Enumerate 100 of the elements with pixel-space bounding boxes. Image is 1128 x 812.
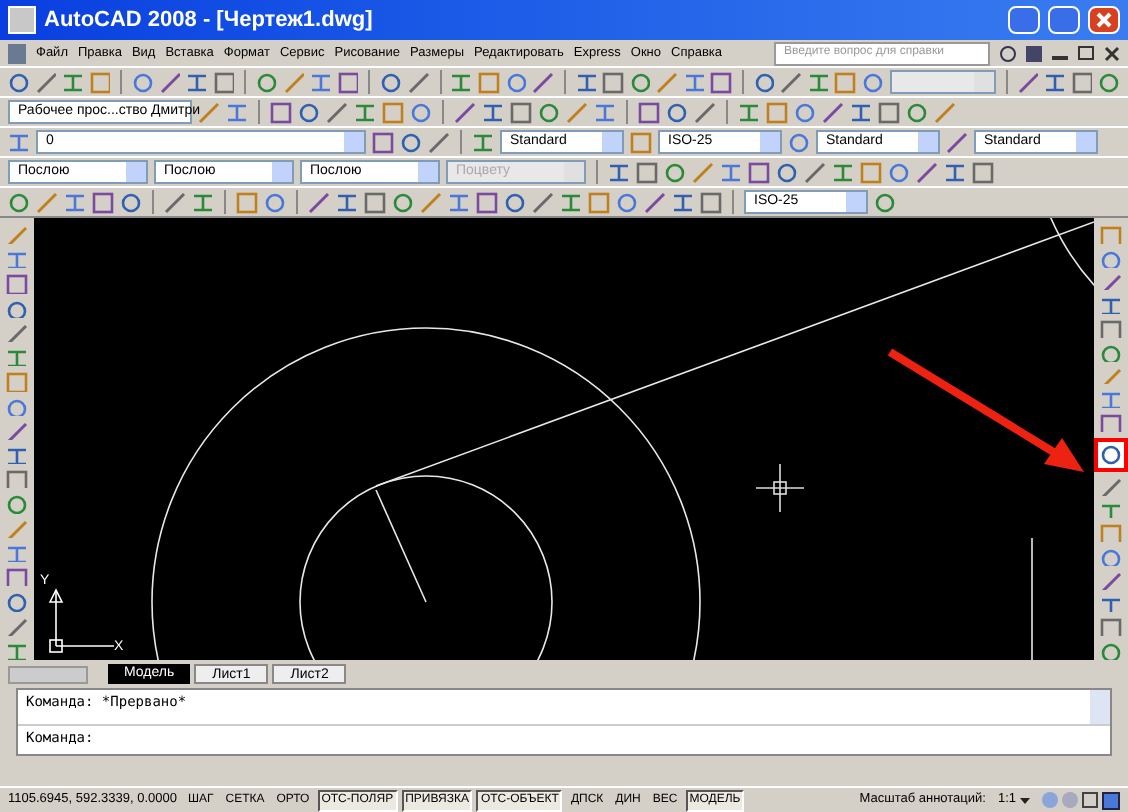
- tool-icon[interactable]: [337, 71, 359, 93]
- tool-icon[interactable]: [380, 71, 402, 93]
- tool-icon[interactable]: [560, 191, 582, 213]
- tool-icon[interactable]: [1071, 71, 1093, 93]
- tool-icon[interactable]: [1017, 71, 1039, 93]
- tool-icon[interactable]: [505, 71, 527, 93]
- tool-icon[interactable]: [6, 323, 28, 343]
- tool-icon[interactable]: [780, 71, 802, 93]
- tool-icon[interactable]: [6, 421, 28, 440]
- maximize-button[interactable]: [1048, 6, 1080, 34]
- tool-icon[interactable]: [6, 641, 28, 660]
- tool-icon[interactable]: [1100, 642, 1122, 660]
- tool-icon[interactable]: [92, 191, 114, 213]
- tool-icon[interactable]: [6, 299, 28, 318]
- tool-icon[interactable]: [476, 191, 498, 213]
- tool-icon[interactable]: [1100, 249, 1122, 268]
- tool-icon[interactable]: [6, 592, 28, 611]
- tool-icon[interactable]: [364, 191, 386, 213]
- tool-icon[interactable]: [1100, 343, 1122, 362]
- tool-icon[interactable]: [159, 71, 181, 93]
- tool-icon[interactable]: [794, 101, 816, 123]
- tool-icon[interactable]: [636, 161, 658, 183]
- tool-icon[interactable]: [616, 191, 638, 213]
- tool-icon[interactable]: [186, 71, 208, 93]
- scrollbar[interactable]: [1090, 690, 1110, 724]
- tool-icon[interactable]: [354, 101, 376, 123]
- tool-icon[interactable]: [916, 161, 938, 183]
- tool-icon[interactable]: [6, 494, 28, 514]
- tool-icon[interactable]: [264, 191, 286, 213]
- tool-icon[interactable]: [1100, 296, 1122, 315]
- tool-icon[interactable]: [1100, 618, 1122, 637]
- tool-icon[interactable]: [6, 543, 28, 563]
- tool-icon[interactable]: [538, 101, 560, 123]
- tool-icon[interactable]: [946, 131, 968, 153]
- tool-icon[interactable]: [888, 161, 910, 183]
- tool-icon[interactable]: [944, 161, 966, 183]
- tool-icon[interactable]: [407, 71, 430, 93]
- tool-icon[interactable]: [192, 191, 214, 213]
- tool-icon[interactable]: [788, 131, 810, 153]
- tool-icon[interactable]: [213, 71, 235, 93]
- tool-icon[interactable]: [6, 617, 28, 636]
- tool-icon[interactable]: [1100, 273, 1122, 291]
- tool-icon[interactable]: [164, 191, 186, 213]
- tool-icon[interactable]: [532, 71, 554, 93]
- tool-icon[interactable]: [1044, 71, 1066, 93]
- tool-icon[interactable]: [1100, 501, 1122, 519]
- tool-icon[interactable]: [720, 161, 742, 183]
- tool-icon[interactable]: [664, 161, 686, 183]
- tool-icon[interactable]: [1100, 443, 1122, 466]
- tool-icon[interactable]: [710, 71, 732, 93]
- tool-icon[interactable]: [1100, 390, 1122, 409]
- tool-icon[interactable]: [575, 71, 597, 93]
- tool-icon[interactable]: [448, 191, 470, 213]
- tool-icon[interactable]: [256, 71, 278, 93]
- tool-icon[interactable]: [594, 101, 616, 123]
- tool-icon[interactable]: [8, 191, 30, 213]
- tool-icon[interactable]: [6, 445, 28, 465]
- minimize-button[interactable]: [1008, 6, 1040, 34]
- tool-icon[interactable]: [1100, 414, 1122, 432]
- tool-icon[interactable]: [6, 397, 28, 416]
- tool-icon[interactable]: [132, 71, 154, 93]
- tool-icon[interactable]: [472, 131, 494, 153]
- tool-icon[interactable]: [310, 71, 332, 93]
- tool-icon[interactable]: [6, 568, 28, 587]
- tool-icon[interactable]: [6, 250, 28, 269]
- tool-icon[interactable]: [804, 161, 826, 183]
- tool-icon[interactable]: [700, 191, 722, 213]
- tool-icon[interactable]: [392, 191, 414, 213]
- tool-icon[interactable]: [454, 101, 476, 123]
- tool-icon[interactable]: [694, 101, 716, 123]
- tool-icon[interactable]: [270, 101, 292, 123]
- tool-icon[interactable]: [326, 101, 348, 123]
- search-icon[interactable]: [1000, 45, 1016, 61]
- tool-icon[interactable]: [878, 101, 900, 123]
- tool-icon[interactable]: [776, 161, 798, 183]
- tool-icon[interactable]: [1098, 71, 1120, 93]
- tool-icon[interactable]: [874, 191, 896, 213]
- tool-icon[interactable]: [8, 131, 30, 153]
- restore-icon[interactable]: [1078, 46, 1094, 60]
- tool-icon[interactable]: [8, 71, 30, 93]
- tool-icon[interactable]: [308, 191, 330, 213]
- tool-icon[interactable]: [672, 191, 694, 213]
- tool-icon[interactable]: [608, 161, 630, 183]
- tool-icon[interactable]: [6, 348, 28, 367]
- tool-icon[interactable]: [1100, 320, 1122, 338]
- tool-icon[interactable]: [832, 161, 854, 183]
- close-icon[interactable]: [1104, 45, 1120, 61]
- tool-icon[interactable]: [510, 101, 532, 123]
- tool-icon[interactable]: [822, 101, 844, 123]
- tool-icon[interactable]: [6, 470, 28, 489]
- tool-icon[interactable]: [644, 191, 666, 213]
- tool-icon[interactable]: [532, 191, 554, 213]
- tool-icon[interactable]: [482, 101, 504, 123]
- close-button[interactable]: [1088, 6, 1120, 34]
- tool-icon[interactable]: [638, 101, 660, 123]
- tool-icon[interactable]: [1100, 571, 1122, 590]
- tool-icon[interactable]: [450, 71, 473, 93]
- tool-icon[interactable]: [850, 101, 872, 123]
- tool-icon[interactable]: [666, 101, 688, 123]
- tool-icon[interactable]: [226, 101, 248, 123]
